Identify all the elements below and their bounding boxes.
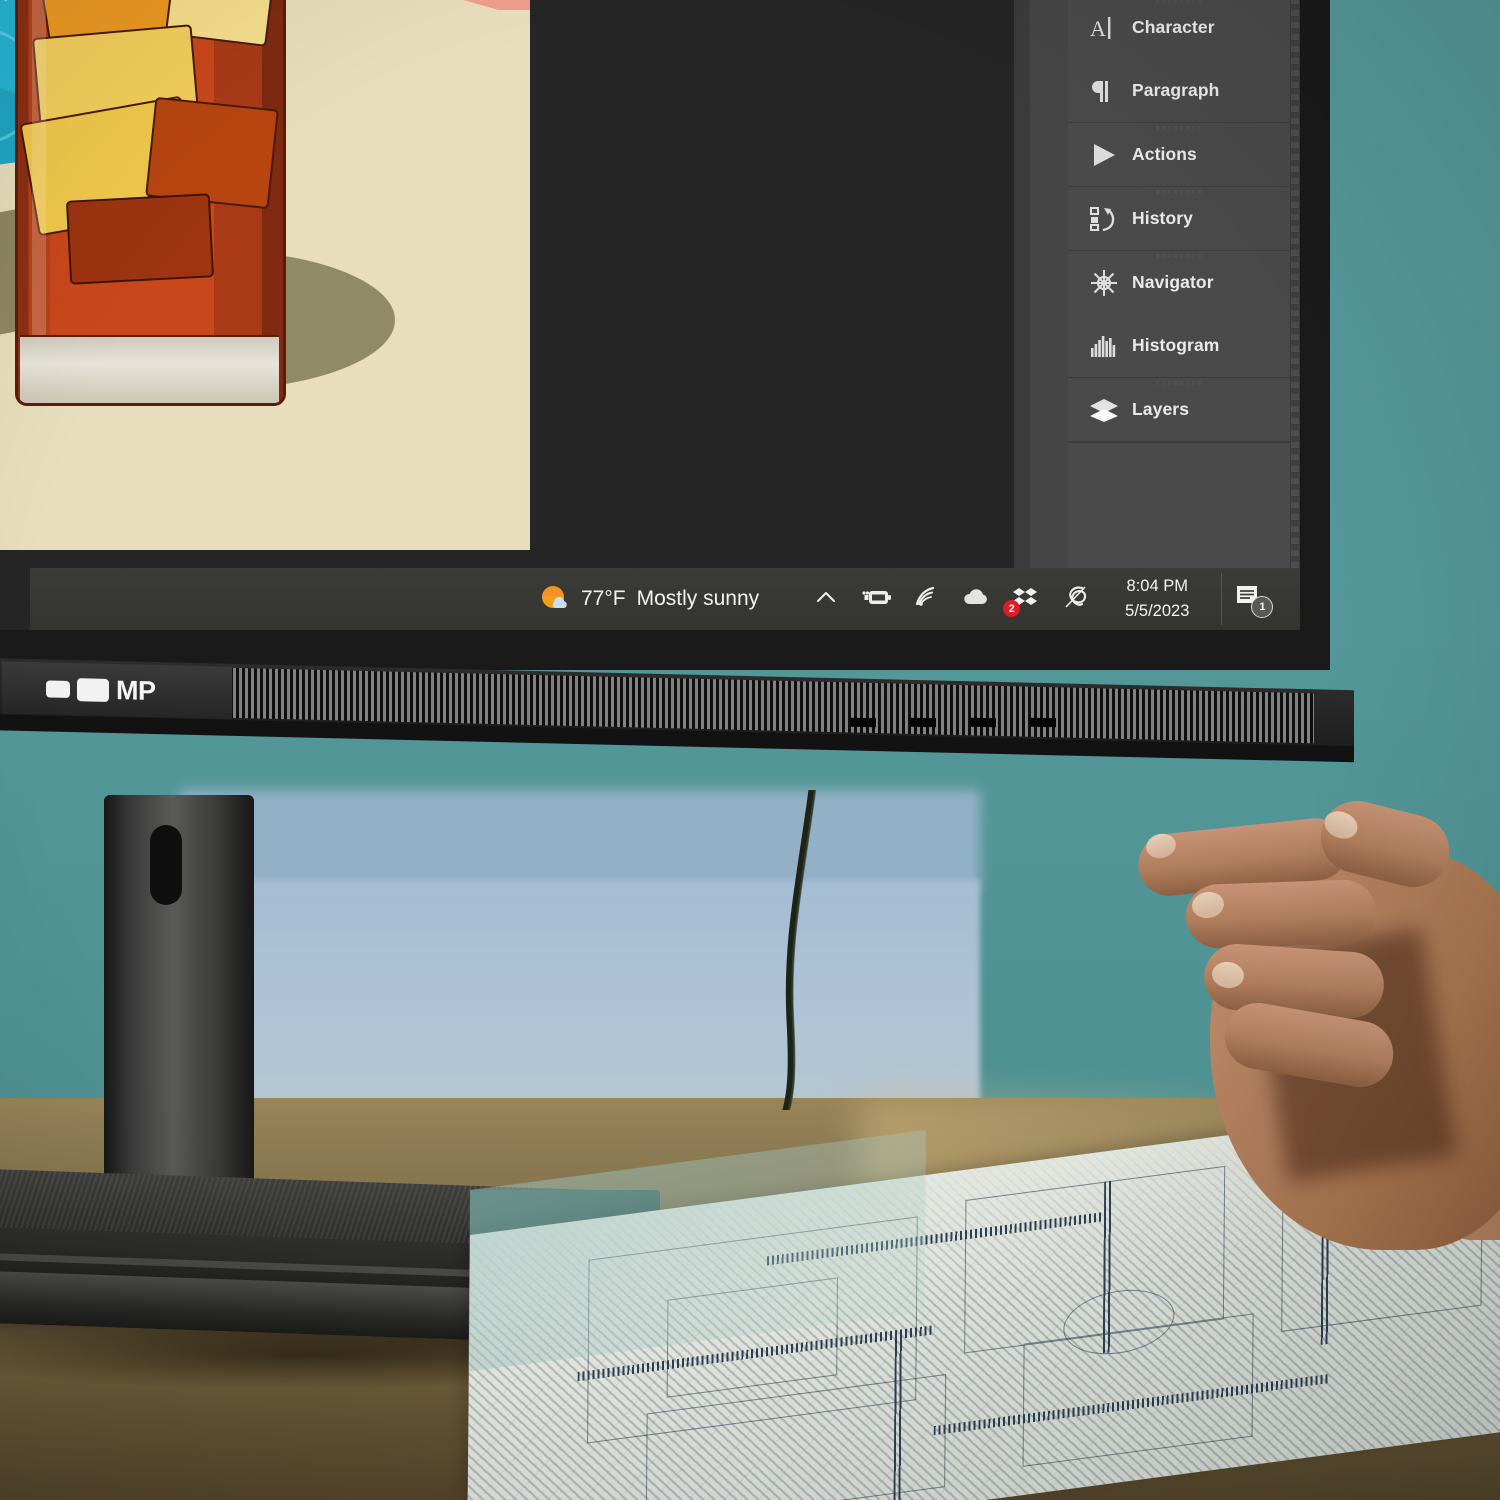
panel-item-character[interactable]: A Character (1068, 0, 1290, 59)
squiggle-clip-icon (1062, 584, 1090, 615)
cloud-icon (961, 585, 991, 614)
show-hidden-icons-button[interactable] (801, 573, 851, 625)
battery-button[interactable] (851, 573, 901, 625)
panel-item-label: Actions (1132, 144, 1197, 165)
panel-item-history[interactable]: History (1068, 187, 1290, 250)
clock-date: 5/5/2023 (1125, 599, 1189, 624)
taskbar-system-tray[interactable]: 2 (801, 573, 1101, 625)
panel-item-paragraph[interactable]: Paragraph (1068, 59, 1290, 122)
windows-taskbar[interactable]: 77°F Mostly sunny (30, 568, 1300, 630)
wall-panel-lower (180, 880, 980, 1130)
status-badge: 2 (1003, 600, 1020, 617)
artwork-iced-tea-glass (15, 0, 280, 400)
history-icon (1086, 204, 1122, 234)
glass-highlight (32, 0, 46, 379)
dropbox-button[interactable]: 2 (1001, 573, 1051, 625)
taskbar-weather-widget[interactable]: 77°F Mostly sunny (540, 582, 759, 617)
taskbar-clock[interactable]: 8:04 PM 5/5/2023 (1115, 574, 1199, 624)
weather-temperature: 77°F (581, 587, 626, 611)
monitor-cable (760, 790, 850, 1110)
navigator-icon (1086, 268, 1122, 298)
panel-item-label: Navigator (1132, 272, 1214, 293)
weather-condition: Mostly sunny (637, 587, 760, 611)
monitor-port-notch (970, 718, 996, 728)
logo-mark-icon (46, 680, 70, 698)
panel-group-actions: Actions (1068, 123, 1290, 187)
photoshop-panel-list[interactable]: Paths (1068, 0, 1290, 590)
panel-group-history: History (1068, 187, 1290, 251)
clock-time: 8:04 PM (1125, 574, 1189, 599)
stand-cable-slot (150, 825, 182, 905)
wifi-icon (913, 585, 939, 614)
wall-panel-upper (180, 790, 980, 890)
glass-body (15, 0, 286, 406)
monitor-brand-label: MP (116, 675, 156, 707)
character-icon: A (1086, 13, 1122, 43)
photoshop-panel-divider (1014, 0, 1030, 590)
panel-group-layers: Layers (1068, 378, 1290, 442)
panel-item-histogram[interactable]: Histogram (1068, 314, 1290, 377)
monitor-screen-body: Paths (0, 0, 1330, 670)
photoshop-icon-dock[interactable] (1030, 0, 1068, 590)
monitor-port-notch (910, 718, 936, 728)
hand-adjusting-monitor (1120, 790, 1500, 1270)
svg-text:A: A (1090, 16, 1106, 41)
glass-base (20, 335, 279, 403)
onedrive-button[interactable] (951, 573, 1001, 625)
ice-cube (66, 193, 214, 284)
network-button[interactable] (901, 573, 951, 625)
panel-item-label: Paragraph (1132, 80, 1219, 101)
monitor-port-notch (1030, 718, 1056, 728)
chevron-up-icon (814, 585, 838, 614)
battery-charging-icon (860, 585, 892, 614)
panel-item-label: Character (1132, 17, 1215, 38)
panel-item-actions[interactable]: Actions (1068, 123, 1290, 186)
monitor: Paths (0, 0, 1330, 800)
photoshop-window: Paths (0, 0, 1300, 630)
scene-root: Paths (0, 0, 1500, 1500)
panel-item-label: Layers (1132, 399, 1189, 420)
panel-scrollbar-track[interactable] (1290, 0, 1300, 590)
panel-group-navigator: Navigator (1068, 251, 1290, 378)
monitor-stand-neck (104, 795, 254, 1215)
histogram-icon (1086, 331, 1122, 361)
layers-icon (1086, 395, 1122, 425)
panel-item-layers[interactable]: Layers (1068, 378, 1290, 441)
paragraph-icon (1086, 76, 1122, 106)
logo-mark-icon (77, 678, 109, 702)
monitor-port-notch (850, 718, 876, 728)
sun-cloud-icon (540, 582, 570, 617)
panel-group-type: A Character (1068, 0, 1290, 123)
panel-item-navigator[interactable]: Navigator (1068, 251, 1290, 314)
panel-scrollbar-thumb[interactable] (1291, 0, 1299, 590)
panel-item-label: History (1132, 208, 1193, 229)
monitor-logo-plate: MP (2, 661, 232, 718)
notification-center-button[interactable]: 1 (1221, 573, 1278, 625)
clip-button[interactable] (1051, 573, 1101, 625)
notification-badge: 1 (1251, 596, 1273, 618)
panel-item-label: Histogram (1132, 335, 1219, 356)
photoshop-canvas-artwork[interactable] (0, 0, 530, 550)
ice-cube (145, 97, 279, 209)
play-triangle-icon (1086, 140, 1122, 170)
